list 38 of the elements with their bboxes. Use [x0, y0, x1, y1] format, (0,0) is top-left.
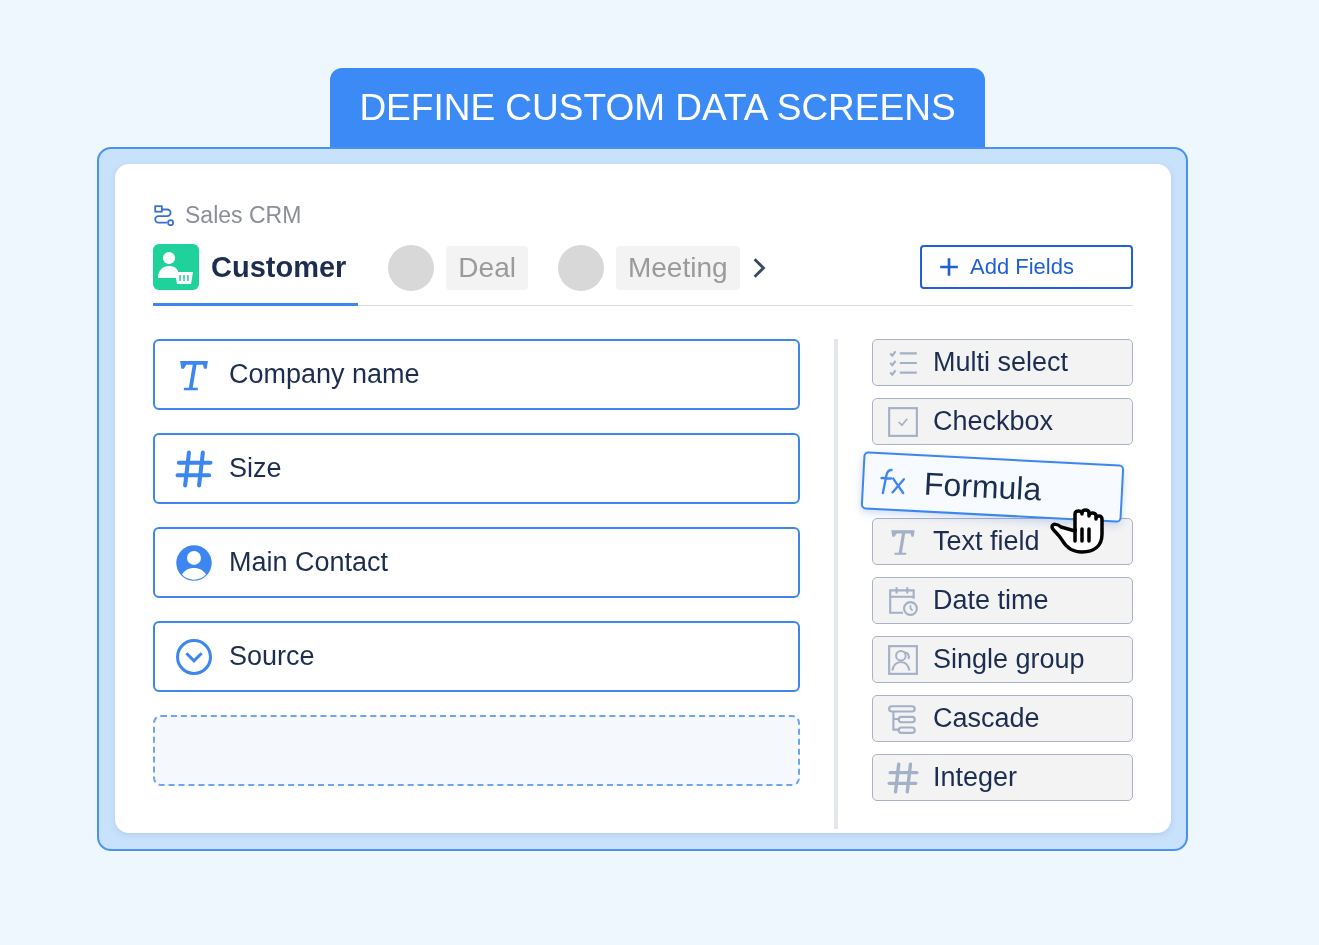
field-label: Source [229, 641, 315, 672]
tab[interactable]: Customer [153, 244, 359, 306]
field-row[interactable]: Main Contact [153, 527, 800, 598]
person-frame-icon [887, 643, 919, 676]
field-type-label: Date time [933, 585, 1049, 616]
field-type-item[interactable]: Formula [860, 451, 1125, 523]
banner-title: DEFINE CUSTOM DATA SCREENS [330, 68, 985, 147]
field-label: Main Contact [229, 547, 389, 578]
plus-icon [938, 256, 960, 278]
field-type-item[interactable]: Single group [872, 636, 1133, 683]
person-icon [175, 543, 213, 582]
calendar-clock-icon [887, 584, 919, 617]
field-row[interactable]: Size [153, 433, 800, 504]
field-type-item[interactable]: Integer [872, 754, 1133, 801]
field-label: Size [229, 453, 282, 484]
field-type-label: Checkbox [933, 406, 1054, 437]
hierarchy-icon [887, 702, 919, 735]
field-type-label: Text field [933, 526, 1040, 557]
customer-icon [153, 244, 199, 290]
field-type-label: Cascade [933, 703, 1040, 734]
field-type-item[interactable]: Multi select [872, 339, 1133, 386]
hash-icon [175, 449, 213, 488]
field-type-item[interactable]: Cascade [872, 695, 1133, 742]
add-fields-button[interactable]: Add Fields [920, 245, 1133, 289]
field-type-label: Integer [933, 762, 1018, 793]
chevron-circle-icon [175, 637, 213, 676]
field-type-label: Multi select [933, 347, 1069, 378]
flow-icon [153, 204, 175, 226]
field-row[interactable]: Company name [153, 339, 800, 410]
field-label: Company name [229, 359, 420, 390]
field-row[interactable]: Source [153, 621, 800, 692]
checkbox-icon [887, 405, 919, 438]
field-type-label: Formula [923, 464, 1043, 509]
field-type-item[interactable]: Checkbox [872, 398, 1133, 445]
chevron-right-icon[interactable] [751, 256, 766, 279]
field-type-item[interactable]: Date time [872, 577, 1133, 624]
field-type-label: Single group [933, 644, 1085, 675]
hash-icon [887, 761, 919, 794]
